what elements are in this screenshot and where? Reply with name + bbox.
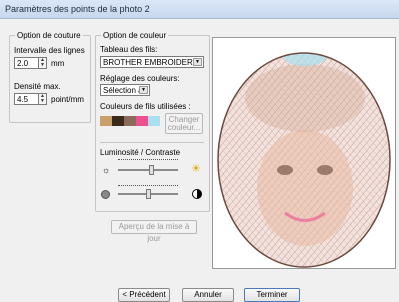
brightness-bright-icon: ☀ — [191, 163, 201, 175]
brightness-ticks — [118, 159, 178, 162]
max-density-label: Densité max. — [14, 82, 61, 91]
sewing-option-legend: Option de couture — [15, 31, 83, 40]
max-density-spinner[interactable]: ▲ ▼ — [39, 93, 47, 105]
spin-down-icon[interactable]: ▼ — [39, 63, 46, 68]
max-density-input[interactable]: 4.5 — [14, 93, 39, 105]
brightness-dim-icon: ☼ — [102, 165, 111, 175]
color-swatch — [148, 116, 160, 126]
change-color-button[interactable]: Changer couleur... — [165, 113, 203, 134]
contrast-ticks — [118, 185, 178, 188]
contrast-low-icon — [101, 190, 110, 199]
brightness-slider-thumb[interactable] — [148, 165, 154, 175]
contrast-high-icon — [192, 189, 202, 199]
brightness-contrast-label: Luminosité / Contraste — [100, 148, 181, 157]
contrast-slider-thumb[interactable] — [145, 189, 151, 199]
color-option-group: Option de couleur Tableau des fils: BROT… — [95, 31, 210, 212]
color-swatch — [100, 116, 112, 126]
color-swatch — [112, 116, 124, 126]
spin-down-icon[interactable]: ▼ — [39, 99, 46, 104]
refresh-preview-button[interactable]: Aperçu de la mise à jour — [111, 220, 197, 243]
title-bar: Paramètres des points de la photo 2 — [0, 0, 399, 19]
line-interval-unit: mm — [51, 59, 65, 68]
line-interval-input[interactable]: 2.0 — [14, 57, 39, 69]
chevron-down-icon[interactable]: ▼ — [139, 86, 148, 94]
sewing-option-group: Option de couture Intervalle des lignes … — [9, 31, 91, 123]
thread-table-value: BROTHER EMBROIDERY — [103, 58, 198, 67]
chevron-down-icon[interactable]: ▼ — [193, 58, 202, 66]
photo-preview-panel — [212, 37, 396, 269]
window-title: Paramètres des points de la photo 2 — [5, 4, 150, 14]
max-density-unit: point/mm — [51, 95, 84, 104]
line-interval-label: Intervalle des lignes — [14, 46, 85, 55]
color-swatches — [100, 116, 160, 126]
thread-table-select[interactable]: BROTHER EMBROIDERY ▼ — [100, 56, 204, 68]
color-swatch — [136, 116, 148, 126]
line-interval-spinner[interactable]: ▲ ▼ — [39, 57, 47, 69]
color-swatch — [124, 116, 136, 126]
color-setting-select[interactable]: Sélection au ▼ — [100, 84, 150, 96]
thread-table-label: Tableau des fils: — [100, 45, 158, 54]
color-divider — [100, 142, 204, 143]
color-option-legend: Option de couleur — [101, 31, 169, 40]
color-setting-label: Réglage des couleurs: — [100, 74, 180, 83]
stitch-preview-image — [217, 52, 391, 268]
used-colors-label: Couleurs de fils utilisées : — [100, 102, 191, 111]
